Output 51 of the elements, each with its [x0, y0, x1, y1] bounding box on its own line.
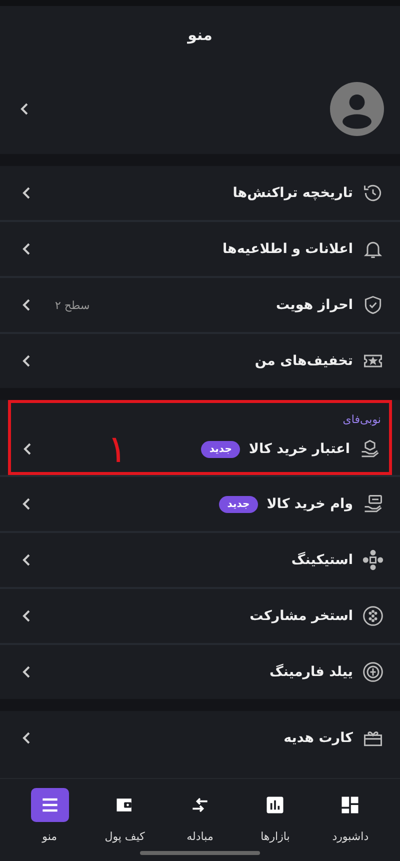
- hand-card-icon: [362, 493, 384, 515]
- chevron-icon: [22, 242, 32, 256]
- menu-item[interactable]: ییلد فارمینگ: [0, 645, 400, 699]
- chevron-icon: [22, 497, 32, 511]
- pool-icon: [362, 605, 384, 627]
- hand-box-icon: [359, 438, 381, 460]
- menu-item[interactable]: احراز هویت سطح ۲: [0, 278, 400, 332]
- item-label: وام خرید کالا: [266, 496, 353, 512]
- menu-item[interactable]: استخر مشارکت: [0, 589, 400, 643]
- chevron-icon: [22, 298, 32, 312]
- item-label: تاریخچه تراکنش‌ها: [232, 185, 353, 201]
- nav-tab[interactable]: مبادله: [162, 779, 238, 861]
- item-label: تخفیف‌های من: [254, 353, 353, 369]
- menu-item[interactable]: وام خرید کالا جدید: [0, 477, 400, 531]
- item-label: اعتبار خرید کالا: [248, 441, 350, 457]
- item-label: کارت هدیه: [284, 730, 353, 746]
- nav-tab[interactable]: بازارها: [238, 779, 313, 861]
- nav-tab[interactable]: کیف پول: [87, 779, 162, 861]
- chevron-icon[interactable]: [20, 102, 30, 116]
- avatar-icon: [330, 82, 384, 136]
- item-label: استیکینگ: [291, 552, 353, 568]
- item-value: سطح ۲: [55, 298, 90, 312]
- group-title: نوبی‌فای: [342, 413, 381, 426]
- item-label: اعلانات و اطلاعیه‌ها: [222, 241, 353, 257]
- new-tag: جدید: [219, 496, 258, 512]
- annotation-number: ١: [106, 430, 128, 468]
- dashboard-icon: [339, 794, 362, 816]
- chevron-icon: [23, 442, 33, 456]
- chevron-icon: [22, 186, 32, 200]
- nav-tab[interactable]: منو: [12, 779, 88, 861]
- item-label: ییلد فارمینگ: [270, 664, 353, 680]
- menu-item[interactable]: اعلانات و اطلاعیه‌ها: [0, 222, 400, 276]
- item-label: احراز هویت: [276, 297, 353, 313]
- page-title: منو: [188, 26, 212, 44]
- item-label: استخر مشارکت: [250, 608, 353, 624]
- menu-item[interactable]: استیکینگ: [0, 533, 400, 587]
- menu-item[interactable]: تخفیف‌های من: [0, 334, 400, 388]
- chevron-icon: [22, 609, 32, 623]
- history-icon: [362, 182, 384, 204]
- chevron-icon: [22, 354, 32, 368]
- chevron-icon: [22, 665, 32, 679]
- menu-item[interactable]: کارت هدیه: [0, 711, 400, 765]
- chevron-icon: [22, 731, 32, 745]
- shield-icon: [362, 294, 384, 316]
- dots-icon: [362, 549, 384, 571]
- menu-item[interactable]: تاریخچه تراکنش‌ها: [0, 166, 400, 220]
- markets-icon: [264, 794, 286, 816]
- nav-tab[interactable]: داشبورد: [312, 779, 388, 861]
- chevron-icon: [22, 553, 32, 567]
- new-tag: جدید: [201, 440, 240, 458]
- menu-item[interactable]: اعتبار خرید کالا جدید ١: [11, 426, 389, 472]
